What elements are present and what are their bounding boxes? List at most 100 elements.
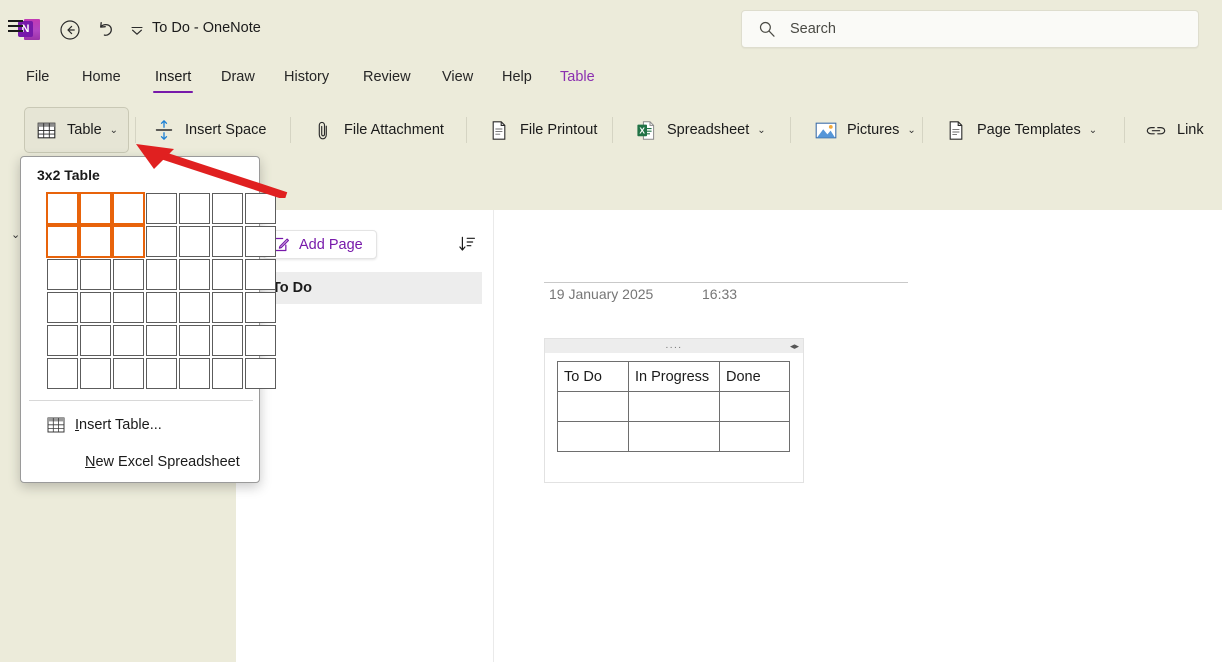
tab-table[interactable]: Table	[558, 62, 597, 98]
undo-icon[interactable]	[94, 18, 118, 42]
expand-chevron-down-icon[interactable]: ⌄	[11, 228, 20, 241]
table-size-cell-5x5[interactable]	[179, 325, 210, 356]
table-size-cell-1x1[interactable]	[46, 192, 79, 225]
table-size-cell-3x6[interactable]	[113, 358, 144, 389]
tab-history[interactable]: History	[282, 62, 331, 98]
table-size-cell-7x4[interactable]	[245, 292, 276, 323]
table-size-cell-2x6[interactable]	[80, 358, 111, 389]
table-size-cell-1x5[interactable]	[47, 325, 78, 356]
link-label: Link	[1177, 122, 1204, 138]
tab-file[interactable]: File	[24, 62, 51, 98]
table-size-cell-1x6[interactable]	[47, 358, 78, 389]
back-arrow-icon[interactable]	[58, 18, 82, 42]
table-size-cell-4x3[interactable]	[146, 259, 177, 290]
table-size-cell-3x5[interactable]	[113, 325, 144, 356]
page-time: 16:33	[702, 286, 738, 302]
page-templates-button[interactable]: Page Templates ⌄	[935, 107, 1107, 153]
tab-help[interactable]: Help	[500, 62, 534, 98]
file-printout-label: File Printout	[520, 122, 598, 138]
table-cell[interactable]	[628, 421, 720, 452]
table-size-cell-3x1[interactable]	[112, 192, 145, 225]
table-size-cell-3x4[interactable]	[113, 292, 144, 323]
table-size-cell-6x1[interactable]	[212, 193, 243, 224]
tab-review[interactable]: Review	[361, 62, 413, 98]
table-dropdown-menu: 3x2 Table Insert Table... New Excel Spre…	[20, 156, 276, 483]
note-canvas[interactable]: 19 January 2025 16:33 .... ◂▸ To Do In P…	[494, 210, 1222, 662]
panel-divider	[493, 210, 494, 662]
table-size-cell-4x2[interactable]	[146, 226, 177, 257]
table-size-cell-5x2[interactable]	[179, 226, 210, 257]
table-size-cell-4x4[interactable]	[146, 292, 177, 323]
table-size-cell-1x2[interactable]	[46, 225, 79, 258]
tab-view[interactable]: View	[440, 62, 475, 98]
insert-table-button[interactable]: Table ⌄	[24, 107, 130, 153]
page-templates-label: Page Templates	[977, 122, 1081, 138]
search-box[interactable]: Search	[741, 10, 1199, 48]
onenote-window: N To Do - OneNote Search File Home Inser…	[0, 0, 1222, 662]
table-size-cell-1x4[interactable]	[47, 292, 78, 323]
table-cell[interactable]	[719, 391, 790, 422]
table-size-cell-3x3[interactable]	[113, 259, 144, 290]
hamburger-menu-icon[interactable]	[8, 20, 23, 32]
table-size-grid[interactable]	[46, 192, 277, 390]
pictures-label: Pictures	[847, 122, 900, 138]
file-attachment-button[interactable]: File Attachment	[302, 107, 454, 153]
table-size-cell-7x1[interactable]	[245, 193, 276, 224]
note-table[interactable]: To Do In Progress Done	[557, 361, 790, 452]
table-size-cell-2x2[interactable]	[79, 225, 112, 258]
table-size-cell-6x2[interactable]	[212, 226, 243, 257]
table-size-cell-5x6[interactable]	[179, 358, 210, 389]
menu-item-insert-table[interactable]: Insert Table...	[21, 408, 261, 442]
tab-home[interactable]: Home	[80, 62, 123, 98]
table-size-cell-5x3[interactable]	[179, 259, 210, 290]
table-size-cell-7x6[interactable]	[245, 358, 276, 389]
table-cell[interactable]: In Progress	[628, 361, 720, 392]
ribbon-separator	[790, 117, 791, 143]
table-cell[interactable]	[719, 421, 790, 452]
table-size-cell-4x1[interactable]	[146, 193, 177, 224]
table-cell[interactable]: To Do	[557, 361, 629, 392]
file-printout-button[interactable]: File Printout	[478, 107, 607, 153]
table-size-cell-4x5[interactable]	[146, 325, 177, 356]
table-cell[interactable]	[557, 421, 629, 452]
table-size-cell-4x6[interactable]	[146, 358, 177, 389]
add-page-button[interactable]: Add Page	[263, 230, 377, 259]
table-resize-arrows-icon[interactable]: ◂▸	[790, 341, 799, 352]
spreadsheet-button[interactable]: X Spreadsheet ⌄	[625, 107, 776, 153]
table-size-cell-2x4[interactable]	[80, 292, 111, 323]
sort-pages-button[interactable]	[454, 230, 480, 258]
table-size-cell-7x5[interactable]	[245, 325, 276, 356]
customize-toolbar-chevron-down-icon[interactable]	[128, 18, 146, 42]
table-size-cell-7x2[interactable]	[245, 226, 276, 257]
table-cell[interactable]: Done	[719, 361, 790, 392]
search-placeholder: Search	[790, 21, 836, 37]
table-cell[interactable]	[628, 391, 720, 422]
table-size-cell-3x2[interactable]	[112, 225, 145, 258]
table-size-cell-6x3[interactable]	[212, 259, 243, 290]
table-size-cell-6x5[interactable]	[212, 325, 243, 356]
svg-text:X: X	[639, 125, 645, 135]
insert-space-button[interactable]: Insert Space	[143, 107, 276, 153]
window-title: To Do - OneNote	[152, 20, 261, 36]
table-size-cell-5x4[interactable]	[179, 292, 210, 323]
table-size-cell-2x3[interactable]	[80, 259, 111, 290]
link-button[interactable]: Link	[1135, 107, 1214, 153]
table-size-cell-5x1[interactable]	[179, 193, 210, 224]
chevron-down-icon: ⌄	[757, 124, 766, 136]
table-move-handle[interactable]: .... ◂▸	[545, 339, 803, 353]
table-size-cell-6x6[interactable]	[212, 358, 243, 389]
menu-item-new-excel-spreadsheet[interactable]: New Excel Spreadsheet	[21, 445, 261, 479]
note-table-container[interactable]: .... ◂▸ To Do In Progress Done	[544, 338, 804, 483]
table-size-cell-2x1[interactable]	[79, 192, 112, 225]
table-cell[interactable]	[557, 391, 629, 422]
sort-descending-icon	[459, 236, 475, 251]
tab-draw[interactable]: Draw	[219, 62, 257, 98]
table-size-cell-1x3[interactable]	[47, 259, 78, 290]
table-size-cell-7x3[interactable]	[245, 259, 276, 290]
table-size-cell-2x5[interactable]	[80, 325, 111, 356]
pictures-button[interactable]: Pictures ⌄	[805, 107, 926, 153]
file-printout-icon	[488, 119, 510, 141]
tab-insert[interactable]: Insert	[153, 62, 194, 98]
page-template-icon	[945, 119, 967, 141]
table-size-cell-6x4[interactable]	[212, 292, 243, 323]
